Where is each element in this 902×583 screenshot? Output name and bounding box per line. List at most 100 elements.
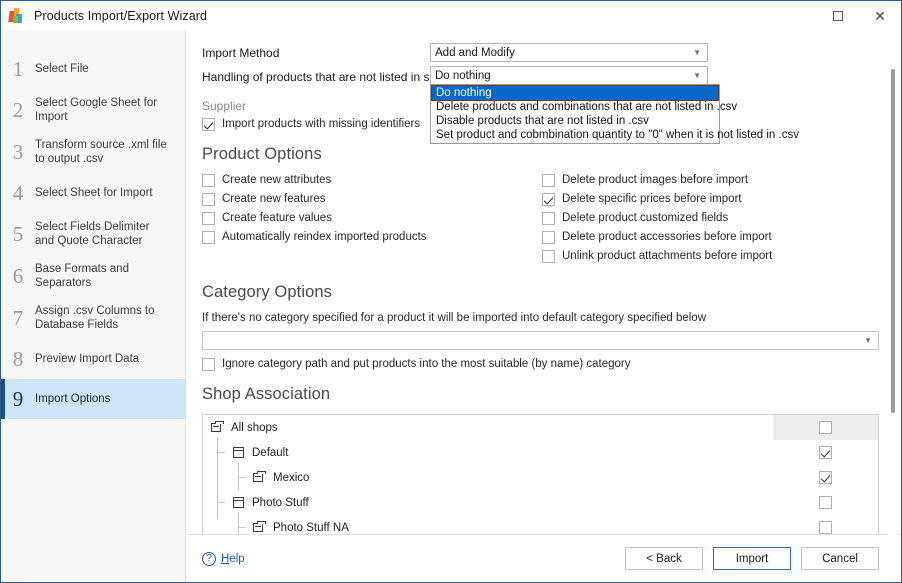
chevron-down-icon: ▼ xyxy=(864,335,872,345)
step-label: Transform source .xml file to output .cs… xyxy=(35,139,167,165)
create-new-features-label: Create new features xyxy=(222,193,326,205)
ignore-category-path-label: Ignore category path and put products in… xyxy=(222,358,631,370)
sidebar-step-4[interactable]: 4 Select Sheet for Import xyxy=(1,173,185,213)
auto-reindex-checkbox[interactable] xyxy=(202,231,215,244)
delete-product-images-checkbox[interactable] xyxy=(542,174,555,187)
window-controls: ✕ xyxy=(817,1,901,30)
shop-checkbox-all-shops[interactable] xyxy=(819,421,832,434)
import-method-select[interactable]: Add and Modify ▼ xyxy=(430,43,708,62)
top-fields: Import Method Handling of products that … xyxy=(202,43,879,144)
close-icon: ✕ xyxy=(874,7,886,24)
tree-row[interactable]: Photo Stuff xyxy=(203,490,878,515)
tree-row-name: Photo Stuff NA xyxy=(203,521,773,534)
step-label: Preview Import Data xyxy=(35,353,140,365)
delete-product-images-label: Delete product images before import xyxy=(562,174,749,186)
tree-row-check-cell[interactable] xyxy=(773,446,878,459)
delete-accessories-label: Delete product accessories before import xyxy=(562,231,772,243)
maximize-icon xyxy=(833,10,843,21)
back-button[interactable]: < Back xyxy=(625,547,703,570)
ignore-category-path-checkbox[interactable] xyxy=(202,358,215,371)
delete-customized-fields-checkbox[interactable] xyxy=(542,212,555,225)
handling-select[interactable]: Do nothing ▼ xyxy=(430,66,708,85)
shop-association-tree[interactable]: All shops Default Mexico Photo Stuff Pho… xyxy=(202,414,879,534)
cancel-button[interactable]: Cancel xyxy=(801,547,879,570)
create-new-features-checkbox[interactable] xyxy=(202,193,215,206)
sidebar-step-1[interactable]: 1 Select File xyxy=(1,49,185,89)
create-feature-values-checkbox[interactable] xyxy=(202,212,215,225)
step-number: 1 xyxy=(12,56,24,81)
app-logo-icon xyxy=(8,7,25,24)
tree-row[interactable]: Mexico xyxy=(203,465,878,490)
delete-accessories-row[interactable]: Delete product accessories before import xyxy=(542,231,879,244)
ignore-category-path-row[interactable]: Ignore category path and put products in… xyxy=(202,358,879,371)
shop-checkbox-default[interactable] xyxy=(819,446,832,459)
delete-specific-prices-checkbox[interactable] xyxy=(542,193,555,206)
chevron-down-icon: ▼ xyxy=(693,47,701,57)
tree-row-name: Photo Stuff xyxy=(203,496,773,509)
tree-row-check-cell[interactable] xyxy=(773,471,878,484)
category-options-title: Category Options xyxy=(202,283,332,301)
tree-row-label: Photo Stuff NA xyxy=(273,521,349,534)
product-options-columns: Create new attributes Create new feature… xyxy=(202,174,879,269)
help-link[interactable]: ? Help xyxy=(202,551,245,566)
step-label: Select Sheet for Import xyxy=(35,187,153,199)
delete-specific-prices-label: Delete specific prices before import xyxy=(562,193,742,205)
chevron-down-icon: ▼ xyxy=(693,70,701,80)
delete-accessories-checkbox[interactable] xyxy=(542,231,555,244)
auto-reindex-row[interactable]: Automatically reindex imported products xyxy=(202,231,542,244)
unlink-attachments-row[interactable]: Unlink product attachments before import xyxy=(542,250,879,263)
unlink-attachments-label: Unlink product attachments before import xyxy=(562,250,773,262)
missing-identifiers-label: Import products with missing identifiers xyxy=(222,118,421,130)
sidebar-step-8[interactable]: 8 Preview Import Data xyxy=(1,339,185,379)
footer-buttons: < Back Import Cancel xyxy=(625,547,879,570)
tree-row-check-cell[interactable] xyxy=(773,521,878,534)
missing-identifiers-checkbox[interactable] xyxy=(202,118,215,131)
shop-group-icon xyxy=(211,421,225,434)
delete-specific-prices-row[interactable]: Delete specific prices before import xyxy=(542,193,879,206)
sidebar-step-5[interactable]: 5 Select Fields Delimiter and Quote Char… xyxy=(1,213,185,255)
delete-customized-fields-label: Delete product customized fields xyxy=(562,212,729,224)
default-category-select[interactable]: ▼ xyxy=(202,331,879,350)
dropdown-option-2[interactable]: Disable products that are not listed in … xyxy=(432,114,718,128)
shop-checkbox-mexico[interactable] xyxy=(819,471,832,484)
create-new-attributes-checkbox[interactable] xyxy=(202,174,215,187)
vertical-scrollbar[interactable] xyxy=(888,61,898,580)
scrollbar-thumb[interactable] xyxy=(891,69,895,413)
tree-row-name: Mexico xyxy=(203,471,773,484)
create-new-attributes-row[interactable]: Create new attributes xyxy=(202,174,542,187)
tree-row[interactable]: Default xyxy=(203,440,878,465)
cancel-button-label: Cancel xyxy=(822,552,858,565)
tree-row-check-cell[interactable] xyxy=(773,496,878,509)
close-button[interactable]: ✕ xyxy=(859,1,901,30)
step-number: 2 xyxy=(12,97,24,122)
sidebar-step-2[interactable]: 2 Select Google Sheet for Import xyxy=(1,89,185,131)
delete-product-images-row[interactable]: Delete product images before import xyxy=(542,174,879,187)
tree-row-check-cell[interactable] xyxy=(773,415,878,440)
sidebar-step-6[interactable]: 6 Base Formats and Separators xyxy=(1,255,185,297)
dropdown-option-3[interactable]: Set product and cobmbination quantity to… xyxy=(432,128,799,142)
product-options-left-column: Create new attributes Create new feature… xyxy=(202,174,542,269)
delete-customized-fields-row[interactable]: Delete product customized fields xyxy=(542,212,879,225)
sidebar-step-7[interactable]: 7 Assign .csv Columns to Database Fields xyxy=(1,297,185,339)
shop-checkbox-photo-stuff[interactable] xyxy=(819,496,832,509)
window-body: 1 Select File 2 Select Google Sheet for … xyxy=(1,31,901,582)
shop-checkbox-photo-stuff-na[interactable] xyxy=(819,521,832,534)
sidebar-step-9[interactable]: 9 Import Options xyxy=(1,379,185,419)
tree-row[interactable]: All shops xyxy=(203,415,878,440)
create-feature-values-row[interactable]: Create feature values xyxy=(202,212,542,225)
unlink-attachments-checkbox[interactable] xyxy=(542,250,555,263)
wizard-steps-sidebar: 1 Select File 2 Select Google Sheet for … xyxy=(1,31,186,582)
dropdown-option-0[interactable]: Do nothing xyxy=(431,85,719,101)
maximize-button[interactable] xyxy=(817,1,859,30)
step-number: 8 xyxy=(12,346,24,371)
back-button-label: < Back xyxy=(646,552,682,565)
tree-row[interactable]: Photo Stuff NA xyxy=(203,515,878,534)
dropdown-option-1[interactable]: Delete products and combinations that ar… xyxy=(432,100,737,114)
create-new-features-row[interactable]: Create new features xyxy=(202,193,542,206)
handling-dropdown-list[interactable]: Do nothing Delete products and combinati… xyxy=(430,84,799,144)
sidebar-step-3[interactable]: 3 Transform source .xml file to output .… xyxy=(1,131,185,173)
main-pane: Import Method Handling of products that … xyxy=(186,31,901,582)
product-options-right-column: Delete product images before import Dele… xyxy=(542,174,879,269)
import-button[interactable]: Import xyxy=(713,547,791,570)
step-label: Import Options xyxy=(35,393,111,405)
